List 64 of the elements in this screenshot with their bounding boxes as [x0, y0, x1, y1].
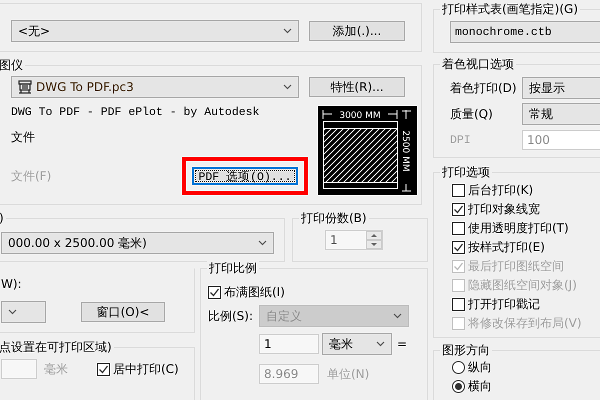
- group-title: 打印份数(B): [299, 210, 369, 226]
- group-title: 着色视口选项: [440, 56, 516, 72]
- checkbox-label: 按样式打印(E): [468, 239, 545, 256]
- checkbox-label: 使用透明度打印(T): [468, 220, 569, 237]
- group-title: 图仪: [0, 57, 25, 73]
- plotter-dropdown[interactable]: DWG To PDF.pc3: [11, 76, 299, 98]
- group-title: 点设置在可打印区域): [0, 339, 114, 355]
- radio-label: 纵向: [468, 359, 492, 376]
- paper-size-dropdown[interactable]: 000.00 x 2500.00 毫米): [1, 232, 274, 254]
- radio-label: 横向: [468, 378, 492, 395]
- driver-text: DWG To PDF - PDF ePlot - by Autodesk: [11, 106, 260, 120]
- checkbox[interactable]: [452, 298, 465, 311]
- checkbox-label: 隐藏图纸空间对象(J): [468, 277, 577, 294]
- checkbox-label: 打开打印戳记: [468, 296, 540, 313]
- window-button[interactable]: 窗口(O)<: [81, 302, 165, 322]
- checkbox[interactable]: [452, 241, 465, 254]
- shading-dropdown[interactable]: 按显示: [522, 77, 600, 99]
- radio-button[interactable]: [452, 361, 465, 374]
- chevron-down-icon: [376, 341, 385, 347]
- group-title: 打印选项: [440, 164, 492, 180]
- unit-label: 毫米: [44, 360, 69, 378]
- unit-dropdown[interactable]: 毫米: [322, 333, 392, 355]
- shading-dropdown[interactable]: 常规: [522, 103, 600, 125]
- checkbox-label: 将修改保存到布局(V): [468, 315, 582, 332]
- field-label: DPI: [450, 134, 472, 146]
- location-text: 文件: [11, 129, 36, 143]
- scale-value-field[interactable]: 1: [259, 334, 319, 354]
- plot-to-file-label: 文件(F): [11, 168, 52, 184]
- chevron-down-icon: [283, 28, 292, 34]
- group-title: 打印比例: [207, 260, 259, 276]
- checkbox-label: 打印对象线宽: [468, 201, 540, 218]
- checkbox-label: 最后打印图纸空间: [468, 258, 564, 275]
- checkbox[interactable]: [97, 362, 110, 376]
- checkbox[interactable]: [452, 222, 465, 235]
- chevron-down-icon: [283, 84, 292, 90]
- plot-style-field[interactable]: monochrome.ctb: [450, 21, 600, 43]
- properties-button[interactable]: 特性(R)...: [309, 77, 405, 97]
- equals-sign: =: [397, 337, 408, 351]
- chevron-down-icon: [393, 313, 402, 319]
- offset-x-field[interactable]: [1, 359, 37, 379]
- checkbox[interactable]: [452, 184, 465, 197]
- plot-area-label: W):: [1, 277, 23, 293]
- checkbox-label: 居中打印(C): [113, 360, 179, 378]
- page-setup-dropdown[interactable]: <无>: [11, 20, 299, 42]
- checkbox-label: 布满图纸(I): [224, 284, 285, 301]
- group-title: 图形方向: [440, 342, 492, 358]
- paper-preview-drawing: 3000 MM 2500 MM: [318, 106, 417, 195]
- spin-arrows-icon[interactable]: [366, 231, 382, 249]
- chevron-down-icon: [258, 240, 267, 246]
- units-label: 单位(N): [327, 366, 370, 382]
- field-label: 质量(Q): [450, 106, 494, 122]
- copies-spinner[interactable]: 1: [325, 230, 383, 250]
- add-button[interactable]: 添加(.)...: [309, 21, 405, 41]
- chevron-down-icon: [8, 309, 17, 315]
- checkbox[interactable]: [452, 203, 465, 216]
- checkbox[interactable]: [208, 286, 221, 299]
- group-title: 打印样式表(画笔指定)(G): [440, 1, 580, 17]
- scale-label: 比例(S):: [208, 308, 254, 324]
- radio-button[interactable]: [452, 380, 465, 393]
- group-title: ): [0, 210, 6, 226]
- plotter-icon: [18, 80, 32, 94]
- field-label: 着色打印(D): [450, 80, 518, 96]
- checkbox-label: 后台打印(K): [468, 182, 534, 199]
- pdf-options-button[interactable]: PDF 选项(O)...: [192, 167, 298, 185]
